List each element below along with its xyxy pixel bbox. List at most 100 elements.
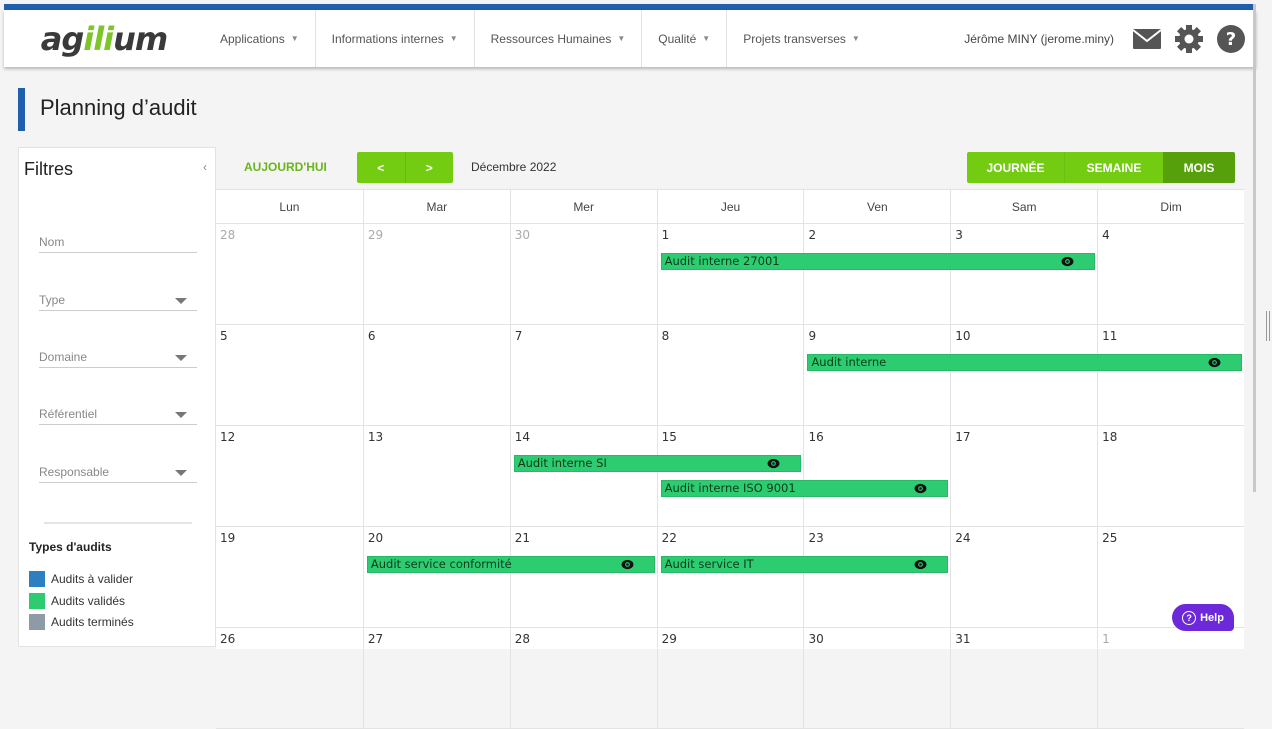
calendar-day-cell[interactable]: 18	[1097, 426, 1244, 526]
eye-icon[interactable]	[914, 559, 927, 570]
mail-icon[interactable]	[1132, 24, 1162, 54]
legend-swatch	[29, 593, 45, 609]
day-number: 29	[661, 632, 677, 646]
legend-swatch	[29, 571, 45, 587]
weekday-label: Mar	[362, 190, 510, 223]
calendar-day-cell[interactable]: 12	[216, 426, 363, 526]
today-button[interactable]: AUJOURD'HUI	[244, 160, 327, 174]
view-day-button[interactable]: JOURNÉE	[967, 152, 1065, 183]
calendar-day-cell[interactable]: 26	[216, 628, 363, 728]
day-number: 28	[514, 632, 530, 646]
next-button[interactable]: >	[406, 152, 454, 183]
day-number: 16	[808, 430, 824, 444]
calendar-day-cell[interactable]: 23	[803, 527, 950, 627]
calendar-day-cell[interactable]: 1	[1097, 628, 1244, 728]
calendar-day-cell[interactable]: 24	[950, 527, 1097, 627]
prev-button[interactable]: <	[357, 152, 406, 183]
menu-ressources-humaines[interactable]: Ressources Humaines ▼	[475, 10, 643, 67]
calendar-day-cell[interactable]: 20	[362, 527, 510, 627]
help-button[interactable]: ? Help	[1172, 604, 1234, 631]
day-number: 15	[661, 430, 677, 444]
menu-projets-transverses[interactable]: Projets transverses ▼	[727, 10, 876, 67]
caret-down-icon: ▼	[449, 34, 458, 43]
calendar-day-cell[interactable]: 19	[216, 527, 363, 627]
field-placeholder: Type	[39, 292, 66, 307]
audit-event[interactable]: Audit service conformité	[366, 556, 655, 573]
user-name[interactable]: Jérôme MINY (jerome.miny)	[964, 32, 1114, 46]
calendar-day-cell[interactable]: 21	[509, 527, 657, 627]
day-number: 30	[808, 632, 824, 646]
calendar-day-cell[interactable]: 6	[362, 325, 510, 425]
view-month-button[interactable]: MOIS	[1163, 152, 1235, 183]
weekday-label: Jeu	[656, 190, 804, 223]
calendar-day-cell[interactable]: 5	[216, 325, 363, 425]
referentiel-select[interactable]: Référentiel	[39, 403, 197, 425]
help-icon[interactable]: ?	[1216, 24, 1246, 54]
field-placeholder: Référentiel	[39, 406, 98, 421]
view-week-button[interactable]: SEMAINE	[1065, 152, 1163, 183]
day-number: 10	[955, 329, 971, 343]
calendar-day-cell[interactable]: 31	[950, 628, 1097, 728]
event-title: Audit service conformité	[370, 557, 512, 571]
dropdown-arrow-icon	[175, 470, 187, 476]
eye-icon[interactable]	[621, 559, 634, 570]
menu-applications[interactable]: Applications ▼	[204, 10, 316, 67]
calendar-day-cell[interactable]: 29	[362, 224, 510, 324]
eye-icon[interactable]	[914, 483, 927, 494]
calendar-day-cell[interactable]: 28	[509, 628, 657, 728]
page-right-border	[1253, 4, 1256, 492]
page-title: Planning d’audit	[40, 95, 197, 120]
menu-label: Qualité	[658, 31, 697, 46]
calendar-day-cell[interactable]: 16	[803, 426, 950, 526]
day-number: 6	[367, 329, 376, 343]
day-number: 31	[955, 632, 971, 646]
calendar-day-cell[interactable]: 14	[509, 426, 657, 526]
type-select[interactable]: Type	[39, 289, 197, 311]
audit-event[interactable]: Audit interne 27001	[660, 253, 1096, 270]
audit-event[interactable]: Audit interne	[807, 354, 1243, 371]
legend-item-termines: Audits terminés	[29, 614, 134, 630]
prev-next-group: < >	[357, 152, 453, 183]
view-switcher: JOURNÉE SEMAINE MOIS	[967, 152, 1235, 183]
legend-label: Audits à valider	[51, 572, 134, 586]
calendar-day-cell[interactable]: 10	[950, 325, 1097, 425]
eye-icon[interactable]	[767, 458, 780, 469]
calendar-day-cell[interactable]: 15	[656, 426, 804, 526]
calendar-day-cell[interactable]: 2	[803, 224, 950, 324]
scrollbar-grip[interactable]	[1266, 311, 1270, 341]
calendar-day-cell[interactable]: 1	[656, 224, 804, 324]
caret-down-icon: ▼	[851, 34, 860, 43]
eye-icon[interactable]	[1208, 357, 1221, 368]
calendar-day-cell[interactable]: 29	[656, 628, 804, 728]
domaine-select[interactable]: Domaine	[39, 346, 197, 368]
calendar-day-cell[interactable]: 4	[1097, 224, 1244, 324]
calendar-day-cell[interactable]: 3	[950, 224, 1097, 324]
calendar-day-cell[interactable]: 27	[362, 628, 510, 728]
menu-label: Informations internes	[331, 31, 444, 46]
calendar-week-row: 28 29 30 1 2 3 4 Audit interne 27001	[216, 224, 1244, 325]
menu-informations-internes[interactable]: Informations internes ▼	[316, 10, 475, 67]
eye-icon[interactable]	[1061, 256, 1074, 267]
day-number: 7	[514, 329, 523, 343]
calendar-day-cell[interactable]: 11	[1097, 325, 1244, 425]
nom-input[interactable]: Nom	[39, 231, 197, 253]
responsable-select[interactable]: Responsable	[39, 461, 197, 483]
agilium-logo[interactable]: agilium	[4, 10, 204, 67]
gear-icon[interactable]	[1174, 24, 1204, 54]
menu-qualite[interactable]: Qualité ▼	[642, 10, 728, 67]
calendar-day-cell[interactable]: 22	[656, 527, 804, 627]
calendar-day-cell[interactable]: 13	[362, 426, 510, 526]
calendar-day-cell[interactable]: 9	[803, 325, 950, 425]
calendar-day-cell[interactable]: 8	[656, 325, 804, 425]
calendar-day-cell[interactable]: 28	[216, 224, 363, 324]
audit-event[interactable]: Audit interne ISO 9001	[660, 480, 949, 497]
collapse-filters-button[interactable]: ‹	[203, 160, 207, 174]
audit-event[interactable]: Audit interne SI	[513, 455, 802, 472]
day-number: 4	[1102, 228, 1110, 242]
calendar-day-cell[interactable]: 30	[509, 224, 657, 324]
calendar-day-cell[interactable]: 7	[509, 325, 657, 425]
month-calendar: Lun Mar Mer Jeu Ven Sam Dim 28 29 30 1 2 3 4 Au…	[216, 189, 1244, 729]
calendar-day-cell[interactable]: 30	[803, 628, 950, 728]
calendar-day-cell[interactable]: 17	[950, 426, 1097, 526]
audit-event[interactable]: Audit service IT	[660, 556, 949, 573]
